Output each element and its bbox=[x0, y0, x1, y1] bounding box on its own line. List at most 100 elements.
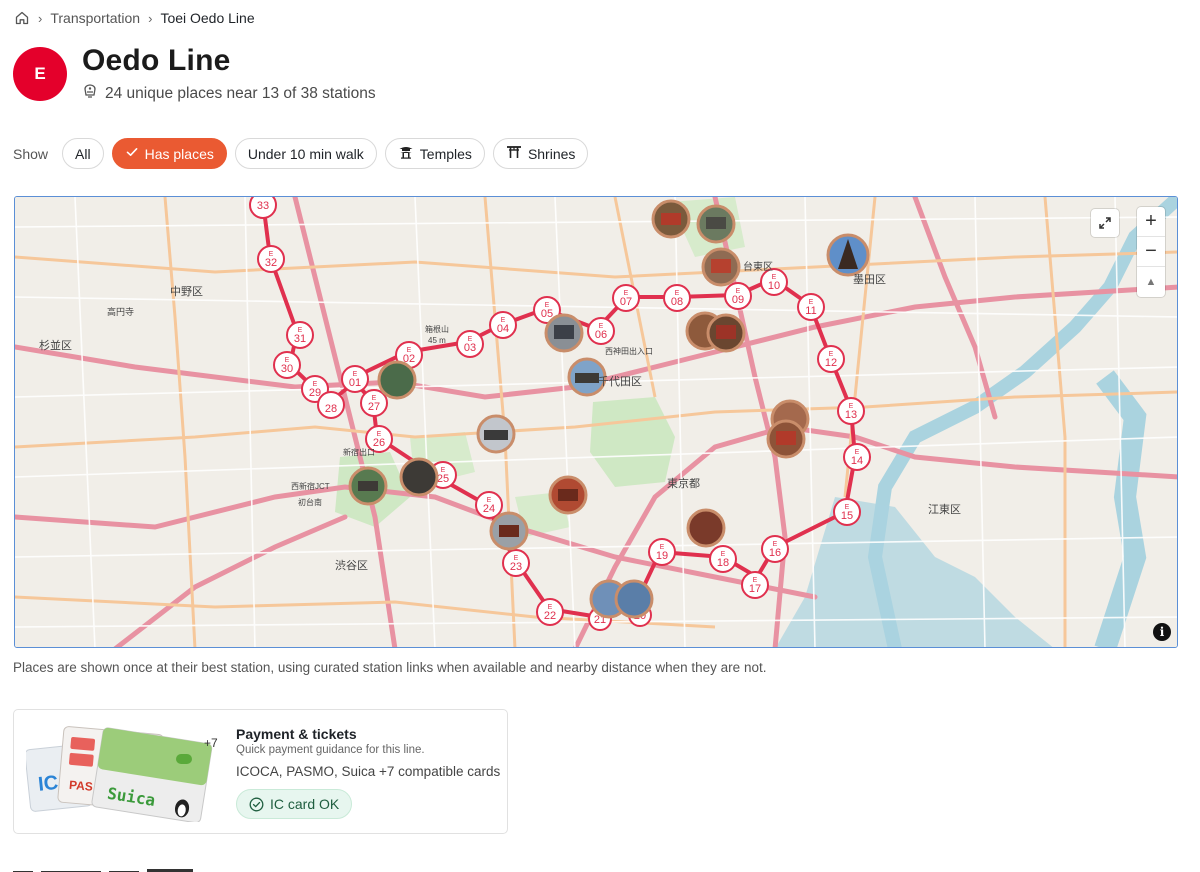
station-marker-17[interactable]: E17 bbox=[741, 571, 769, 599]
station-marker-01[interactable]: E01 bbox=[341, 365, 369, 393]
filter-chip-all[interactable]: All bbox=[62, 138, 104, 169]
page-subtitle: 24 unique places near 13 of 38 stations bbox=[82, 83, 376, 104]
filter-chip-under-10-min-walk[interactable]: Under 10 min walk bbox=[234, 138, 377, 169]
attribution-info-button[interactable]: i bbox=[1153, 623, 1171, 641]
place-marker[interactable] bbox=[766, 419, 806, 459]
station-marker-22[interactable]: E22 bbox=[536, 598, 564, 626]
place-marker[interactable] bbox=[706, 313, 746, 353]
temple-icon bbox=[398, 144, 414, 163]
station-marker-11[interactable]: E11 bbox=[797, 293, 825, 321]
breadcrumb-parent-link[interactable]: Transportation bbox=[50, 10, 140, 26]
svg-text:09: 09 bbox=[732, 294, 744, 306]
svg-text:17: 17 bbox=[749, 583, 761, 595]
place-marker[interactable] bbox=[686, 508, 726, 548]
place-marker[interactable] bbox=[476, 414, 516, 454]
page-title: Oedo Line bbox=[82, 44, 231, 77]
svg-text:PAS: PAS bbox=[68, 778, 93, 794]
zoom-out-button[interactable]: − bbox=[1137, 237, 1165, 267]
svg-text:01: 01 bbox=[349, 377, 361, 389]
ward-label: 千代田区 bbox=[598, 375, 642, 388]
svg-text:11: 11 bbox=[805, 305, 816, 317]
svg-text:33: 33 bbox=[257, 200, 269, 212]
expand-icon bbox=[1099, 217, 1111, 229]
home-icon[interactable] bbox=[14, 10, 30, 26]
filter-chip-temples[interactable]: Temples bbox=[384, 138, 485, 169]
station-marker-33[interactable]: 33 bbox=[249, 197, 277, 219]
station-marker-13[interactable]: E13 bbox=[837, 397, 865, 425]
payment-title: Payment & tickets bbox=[236, 726, 357, 742]
station-marker-15[interactable]: E15 bbox=[833, 498, 861, 526]
place-marker[interactable] bbox=[399, 457, 439, 497]
place-marker[interactable] bbox=[651, 199, 691, 239]
svg-text:29: 29 bbox=[309, 387, 321, 399]
place-marker[interactable] bbox=[377, 360, 417, 400]
station-marker-04[interactable]: E04 bbox=[489, 311, 517, 339]
svg-text:04: 04 bbox=[497, 323, 509, 335]
station-marker-09[interactable]: E09 bbox=[724, 282, 752, 310]
station-marker-03[interactable]: E03 bbox=[456, 330, 484, 358]
chevron-right-icon: › bbox=[148, 10, 153, 26]
svg-text:03: 03 bbox=[464, 342, 476, 354]
place-marker[interactable] bbox=[614, 579, 654, 619]
map-canvas[interactable]: 33 E32 E31 E30 E29 28 E01 E27 E26 E25 E2… bbox=[15, 197, 1178, 648]
place-marker[interactable] bbox=[696, 204, 736, 244]
payment-card[interactable]: IC PAS Suica +7 Payment & tickets Quick … bbox=[13, 709, 508, 834]
svg-text:05: 05 bbox=[541, 308, 553, 320]
station-marker-27[interactable]: E27 bbox=[360, 389, 388, 417]
station-marker-32[interactable]: E32 bbox=[257, 245, 285, 273]
place-marker[interactable] bbox=[701, 247, 741, 287]
check-circle-icon bbox=[249, 797, 264, 811]
more-cards-count: +7 bbox=[204, 736, 218, 750]
svg-text:23: 23 bbox=[510, 561, 522, 573]
svg-text:13: 13 bbox=[845, 409, 857, 421]
station-marker-24[interactable]: E24 bbox=[475, 491, 503, 519]
zoom-in-button[interactable]: + bbox=[1137, 207, 1165, 237]
place-marker[interactable] bbox=[489, 511, 529, 551]
svg-text:10: 10 bbox=[768, 280, 780, 292]
svg-text:15: 15 bbox=[841, 510, 853, 522]
torii-icon bbox=[506, 144, 522, 163]
payment-description: Quick payment guidance for this line. bbox=[236, 744, 425, 756]
filter-chip-shrines[interactable]: Shrines bbox=[492, 138, 589, 169]
chip-label: Temples bbox=[419, 145, 472, 162]
station-marker-23[interactable]: E23 bbox=[502, 549, 530, 577]
exit-label: 初台南 bbox=[298, 497, 322, 507]
place-marker[interactable] bbox=[544, 313, 584, 353]
station-marker-16[interactable]: E16 bbox=[761, 535, 789, 563]
place-marker[interactable] bbox=[348, 466, 388, 506]
ic-card-status-badge: IC card OK bbox=[236, 789, 353, 819]
breadcrumb: › Transportation › Toei Oedo Line bbox=[14, 10, 255, 26]
svg-text:19: 19 bbox=[656, 550, 668, 562]
station-marker-28[interactable]: 28 bbox=[317, 391, 345, 419]
map-note: Places are shown once at their best stat… bbox=[13, 660, 767, 675]
svg-text:31: 31 bbox=[294, 333, 306, 345]
station-marker-07[interactable]: E07 bbox=[612, 284, 640, 312]
svg-text:27: 27 bbox=[368, 401, 380, 413]
map-view[interactable]: 33 E 32 E 31 E 30 E 29 28 E 01 E 27 E 26 E 25 E2… bbox=[14, 196, 1178, 648]
chip-label: Shrines bbox=[527, 145, 576, 162]
exit-label: 西神田出入口 bbox=[605, 346, 653, 356]
station-marker-19[interactable]: E19 bbox=[648, 538, 676, 566]
subtitle-text: 24 unique places near 13 of 38 stations bbox=[105, 84, 376, 102]
zoom-controls: + − ▲ bbox=[1137, 207, 1165, 297]
station-marker-06[interactable]: E06 bbox=[587, 317, 615, 345]
svg-text:25: 25 bbox=[437, 473, 449, 485]
station-marker-18[interactable]: E18 bbox=[709, 545, 737, 573]
fullscreen-button[interactable] bbox=[1091, 209, 1119, 237]
place-marker[interactable] bbox=[548, 475, 588, 515]
ward-label: 中野区 bbox=[170, 285, 203, 298]
station-marker-12[interactable]: E12 bbox=[817, 345, 845, 373]
station-marker-08[interactable]: E08 bbox=[663, 284, 691, 312]
ward-label: 東京都 bbox=[667, 476, 700, 490]
junction-label: 西新宿JCT bbox=[291, 481, 330, 491]
svg-text:24: 24 bbox=[483, 503, 495, 515]
place-marker[interactable] bbox=[826, 233, 870, 277]
peak-label: 箱根山 bbox=[425, 324, 449, 334]
breadcrumb-current: Toei Oedo Line bbox=[160, 10, 255, 26]
compass-button[interactable]: ▲ bbox=[1137, 267, 1165, 297]
station-marker-30[interactable]: E30 bbox=[273, 351, 301, 379]
ic-card-status-label: IC card OK bbox=[270, 796, 340, 812]
station-marker-31[interactable]: E31 bbox=[286, 321, 314, 349]
station-marker-14[interactable]: E14 bbox=[843, 443, 871, 471]
filter-chip-has-places[interactable]: Has places bbox=[111, 138, 227, 169]
